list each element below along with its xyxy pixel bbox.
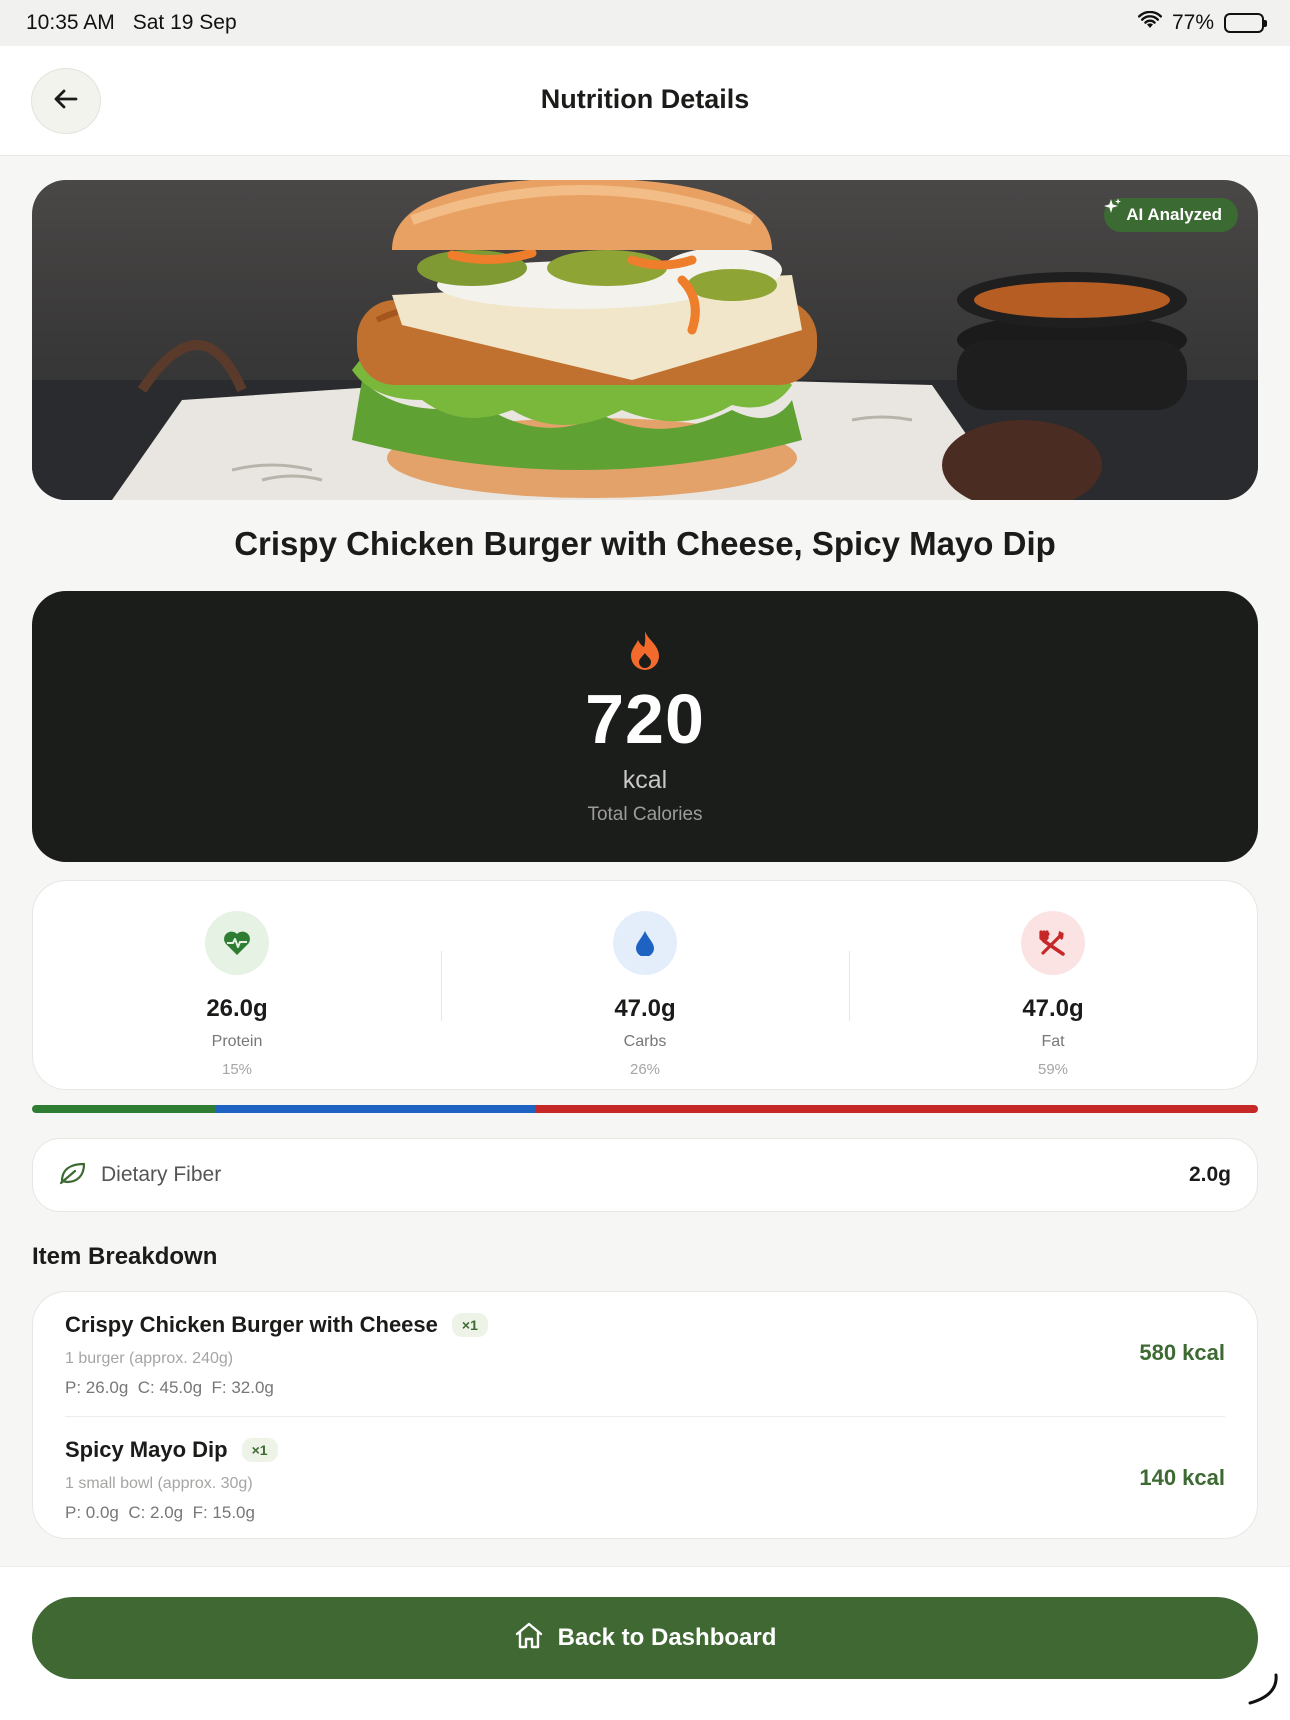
nutrition-details-screen: 10:35 AM Sat 19 Sep 77% Nutrition Detail… — [0, 0, 1290, 1720]
fiber-label: Dietary Fiber — [101, 1163, 222, 1186]
meal-photo: AI Analyzed — [32, 180, 1258, 500]
fat-percent: 59% — [1037, 1061, 1069, 1078]
water-drop-icon — [613, 911, 677, 975]
quantity-badge: ×1 — [241, 1438, 278, 1462]
status-date: Sat 19 Sep — [132, 11, 237, 34]
macro-carbs: 47.0g Carbs 26% — [441, 881, 849, 1089]
fat-value: 47.0g — [1022, 995, 1084, 1022]
status-time: 10:35 AM — [26, 11, 115, 34]
protein-percent: 15% — [221, 1061, 253, 1078]
leaf-icon — [59, 1161, 87, 1190]
item-portion: 1 small bowl (approx. 30g) — [65, 1475, 253, 1492]
item-name: Crispy Chicken Burger with Cheese — [65, 1312, 438, 1337]
ai-badge-label: AI Analyzed — [1126, 205, 1222, 224]
item-portion: 1 burger (approx. 240g) — [65, 1350, 234, 1367]
carbs-percent: 26% — [629, 1061, 661, 1078]
heartbeat-icon — [205, 911, 269, 975]
protein-label: Protein — [211, 1033, 263, 1050]
macros-card: 26.0g Protein 15% 47.0g Carbs 26% 47.0g … — [32, 880, 1258, 1090]
carbs-value: 47.0g — [614, 995, 676, 1022]
home-icon — [514, 1621, 544, 1656]
ai-analyzed-badge: AI Analyzed — [1104, 198, 1238, 232]
meal-title: Crispy Chicken Burger with Cheese, Spicy… — [234, 525, 1056, 562]
page-title: Nutrition Details — [540, 84, 750, 114]
fat-label: Fat — [1041, 1033, 1065, 1050]
utensils-icon — [1021, 911, 1085, 975]
list-item[interactable]: Spicy Mayo Dip ×1 1 small bowl (approx. … — [65, 1416, 1225, 1540]
list-item[interactable]: Crispy Chicken Burger with Cheese ×1 1 b… — [65, 1292, 1225, 1416]
header: Nutrition Details — [0, 46, 1290, 156]
item-name: Spicy Mayo Dip — [65, 1437, 228, 1462]
macro-bar-segment-fat — [534, 1105, 1258, 1113]
item-breakdown-list: Crispy Chicken Burger with Cheese ×1 1 b… — [32, 1291, 1258, 1539]
footer: Back to Dashboard — [0, 1566, 1290, 1720]
fiber-value: 2.0g — [1188, 1163, 1231, 1186]
total-calories-value: 720 — [585, 680, 705, 758]
item-calories: 580 kcal — [1139, 1340, 1225, 1365]
battery-percent: 77% — [1171, 11, 1214, 34]
macro-bar-segment-carbs — [215, 1105, 535, 1113]
calories-card: 720 kcal Total Calories — [32, 591, 1258, 862]
macro-bar-segment-protein — [32, 1105, 216, 1113]
dashboard-button-label: Back to Dashboard — [557, 1624, 777, 1651]
burger-illustration — [32, 180, 1258, 500]
fiber-row: Dietary Fiber 2.0g — [32, 1138, 1258, 1212]
loading-spinner-icon — [1242, 1669, 1282, 1714]
battery-icon — [1224, 13, 1267, 33]
back-to-dashboard-button[interactable]: Back to Dashboard — [32, 1597, 1258, 1679]
macro-distribution-bar — [32, 1105, 1258, 1113]
calories-label: Total Calories — [587, 804, 703, 825]
status-bar: 10:35 AM Sat 19 Sep 77% — [0, 0, 1290, 46]
item-calories: 140 kcal — [1139, 1465, 1225, 1490]
flame-icon — [627, 629, 663, 676]
protein-value: 26.0g — [206, 995, 268, 1022]
macro-protein: 26.0g Protein 15% — [33, 881, 441, 1089]
item-macros: P: 0.0g C: 2.0g F: 15.0g — [65, 1503, 255, 1522]
wifi-icon — [1137, 10, 1162, 35]
item-macros: P: 26.0g C: 45.0g F: 32.0g — [65, 1378, 274, 1397]
breakdown-title: Item Breakdown — [32, 1243, 218, 1270]
quantity-badge: ×1 — [451, 1313, 488, 1337]
macro-fat: 47.0g Fat 59% — [849, 881, 1257, 1089]
calories-unit: kcal — [622, 766, 668, 794]
carbs-label: Carbs — [623, 1033, 667, 1050]
